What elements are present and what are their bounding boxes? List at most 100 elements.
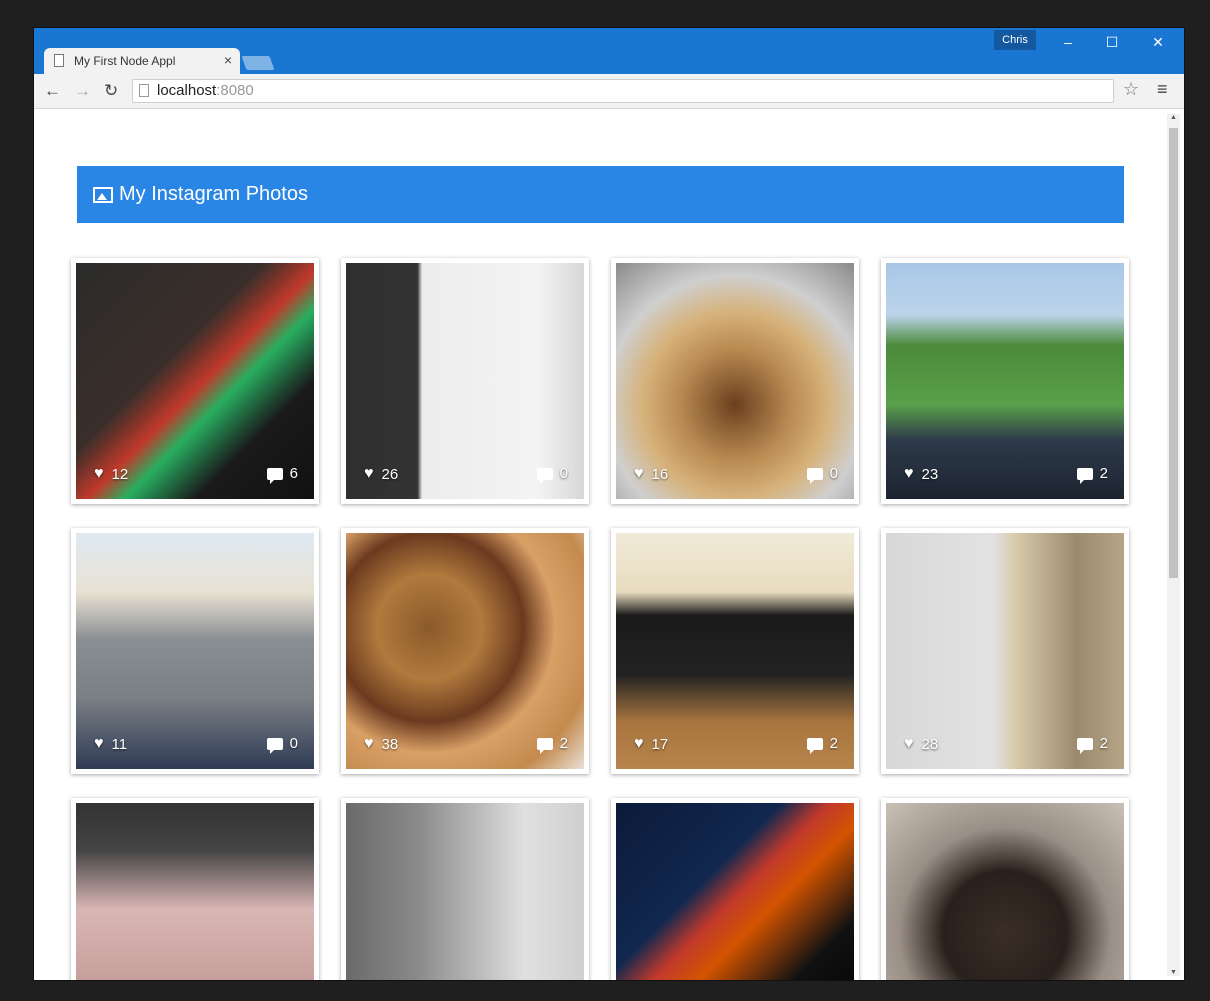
photo-card[interactable]: ♥ 26 0 — [341, 258, 589, 504]
reload-icon[interactable]: ↻ — [104, 81, 118, 101]
comments-count: 0 — [266, 735, 298, 754]
photo-card[interactable]: ♥ 17 2 — [611, 528, 859, 774]
comments-count: 0 — [536, 465, 568, 484]
photo-stats: ♥ 12 6 — [76, 465, 314, 485]
address-bar[interactable]: localhost:8080 — [132, 79, 1114, 103]
comments-value: 2 — [559, 735, 568, 752]
photo-stats: ♥ 16 0 — [616, 465, 854, 485]
photo-card[interactable]: ♥ 12 6 — [71, 258, 319, 504]
photo-card[interactable]: ♥ 28 2 — [881, 528, 1129, 774]
comments-value: 0 — [289, 735, 298, 752]
likes-value: 17 — [651, 735, 669, 753]
heart-icon: ♥ — [634, 735, 644, 752]
likes-value: 11 — [111, 735, 128, 753]
comment-bubble-icon — [266, 737, 283, 754]
comment-bubble-icon — [536, 467, 553, 484]
photo-card[interactable] — [611, 798, 859, 980]
tab-title: My First Node Appl — [74, 54, 176, 68]
minimize-button[interactable]: – — [1052, 32, 1084, 52]
photo-image[interactable]: ♥ 23 2 — [886, 263, 1124, 499]
photo-card[interactable] — [71, 798, 319, 980]
comment-bubble-icon — [266, 467, 283, 484]
title-bar: My First Node Appl × Chris – ☐ ✕ — [34, 28, 1184, 74]
photo-image[interactable]: ♥ 16 0 — [616, 263, 854, 499]
comments-value: 6 — [289, 465, 298, 482]
likes-count: ♥ 26 — [364, 465, 398, 483]
likes-count: ♥ 23 — [904, 465, 938, 483]
browser-toolbar: ← → ↻ localhost:8080 ☆ ≡ — [34, 74, 1184, 109]
page-header: My Instagram Photos — [77, 166, 1124, 223]
photo-card[interactable] — [881, 798, 1129, 980]
photo-image[interactable]: ♥ 38 2 — [346, 533, 584, 769]
photo-image[interactable]: ♥ 11 0 — [76, 533, 314, 769]
likes-value: 28 — [921, 735, 939, 753]
photo-image[interactable] — [886, 803, 1124, 980]
back-arrow-icon[interactable]: ← — [44, 81, 61, 101]
new-tab-button[interactable] — [241, 56, 275, 70]
comment-bubble-icon — [1076, 467, 1093, 484]
likes-value: 26 — [381, 465, 399, 483]
page-icon — [139, 84, 149, 97]
comments-count: 2 — [1076, 465, 1108, 484]
scrollbar[interactable]: ▲ ▼ — [1167, 114, 1180, 976]
likes-count: ♥ 28 — [904, 735, 938, 753]
url-text: localhost:8080 — [157, 82, 254, 99]
page-title: My Instagram Photos — [119, 183, 308, 205]
forward-arrow-icon[interactable]: → — [74, 81, 91, 101]
photo-card[interactable] — [341, 798, 589, 980]
scroll-down-arrow-icon[interactable]: ▼ — [1169, 969, 1178, 976]
photo-image[interactable]: ♥ 12 6 — [76, 263, 314, 499]
comment-bubble-icon — [536, 737, 553, 754]
browser-tab[interactable]: My First Node Appl × — [44, 48, 240, 74]
likes-count: ♥ 11 — [94, 735, 127, 753]
comments-count: 2 — [536, 735, 568, 754]
scroll-thumb[interactable] — [1169, 128, 1178, 578]
menu-icon[interactable]: ≡ — [1157, 79, 1168, 100]
photo-card[interactable]: ♥ 38 2 — [341, 528, 589, 774]
heart-icon: ♥ — [904, 735, 914, 752]
comments-value: 2 — [829, 735, 838, 752]
likes-value: 38 — [381, 735, 399, 753]
comments-value: 0 — [559, 465, 568, 482]
maximize-button[interactable]: ☐ — [1096, 32, 1128, 52]
comments-value: 0 — [829, 465, 838, 482]
heart-icon: ♥ — [94, 465, 104, 482]
heart-icon: ♥ — [364, 465, 374, 482]
likes-value: 23 — [921, 465, 939, 483]
photo-card[interactable]: ♥ 23 2 — [881, 258, 1129, 504]
heart-icon: ♥ — [634, 465, 644, 482]
likes-count: ♥ 16 — [634, 465, 668, 483]
page-viewport: My Instagram Photos ♥ 12 6 ♥ 26 0 ♥ 16 0 ♥ 23 2 ♥ 11 0… — [34, 109, 1184, 980]
photo-image[interactable]: ♥ 17 2 — [616, 533, 854, 769]
close-tab-icon[interactable]: × — [224, 52, 232, 68]
bookmark-star-icon[interactable]: ☆ — [1123, 79, 1139, 100]
photo-card[interactable]: ♥ 16 0 — [611, 258, 859, 504]
comment-bubble-icon — [1076, 737, 1093, 754]
photo-image[interactable] — [616, 803, 854, 980]
photo-stats: ♥ 23 2 — [886, 465, 1124, 485]
heart-icon: ♥ — [904, 465, 914, 482]
photo-image[interactable] — [76, 803, 314, 980]
comment-bubble-icon — [806, 737, 823, 754]
comments-count: 2 — [1076, 735, 1108, 754]
comments-count: 0 — [806, 465, 838, 484]
photo-image[interactable]: ♥ 28 2 — [886, 533, 1124, 769]
likes-value: 16 — [651, 465, 669, 483]
photo-card[interactable]: ♥ 11 0 — [71, 528, 319, 774]
comment-bubble-icon — [806, 467, 823, 484]
photo-stats: ♥ 26 0 — [346, 465, 584, 485]
photo-stats: ♥ 28 2 — [886, 735, 1124, 755]
photo-image[interactable] — [346, 803, 584, 980]
close-window-button[interactable]: ✕ — [1142, 32, 1174, 52]
comments-count: 6 — [266, 465, 298, 484]
likes-count: ♥ 38 — [364, 735, 398, 753]
profile-badge[interactable]: Chris — [994, 30, 1036, 50]
scroll-up-arrow-icon[interactable]: ▲ — [1169, 114, 1178, 121]
heart-icon: ♥ — [364, 735, 374, 752]
likes-value: 12 — [111, 465, 129, 483]
browser-window: My First Node Appl × Chris – ☐ ✕ ← → ↻ l… — [34, 28, 1184, 980]
photo-image[interactable]: ♥ 26 0 — [346, 263, 584, 499]
likes-count: ♥ 12 — [94, 465, 128, 483]
likes-count: ♥ 17 — [634, 735, 668, 753]
comments-value: 2 — [1099, 465, 1108, 482]
